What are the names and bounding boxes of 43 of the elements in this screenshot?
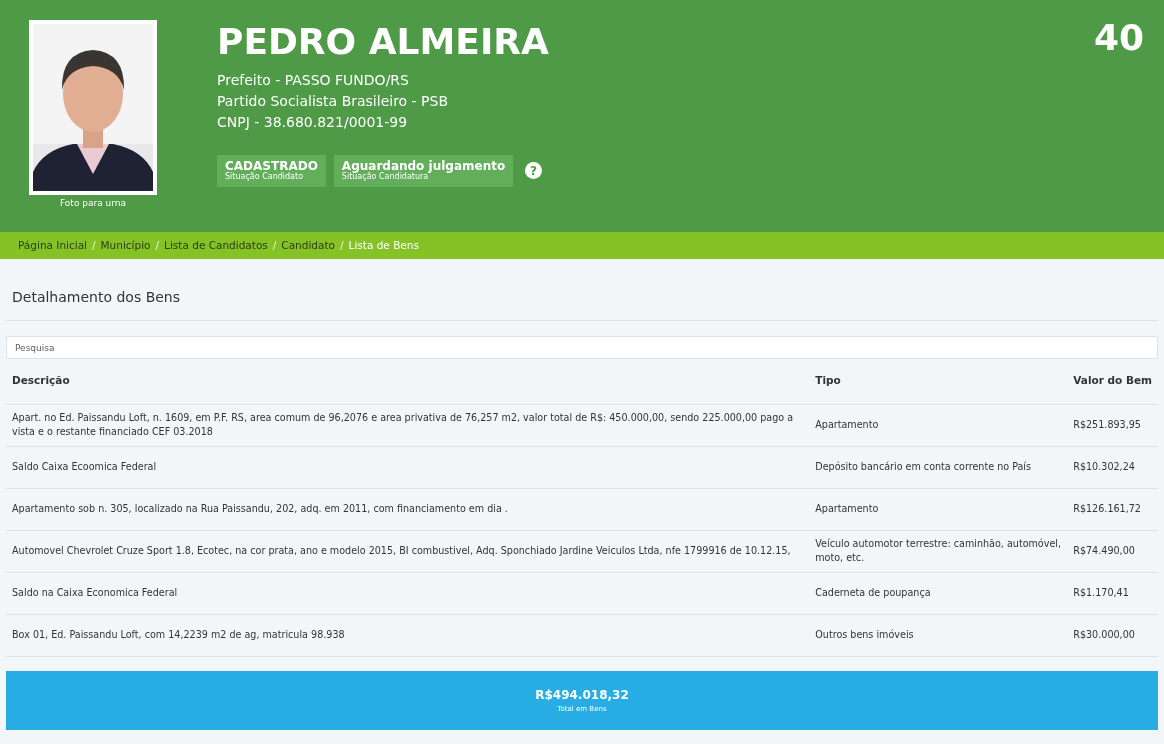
table-cell: Caderneta de poupança xyxy=(809,572,1068,614)
column-header: Valor do Bem xyxy=(1067,359,1158,404)
table-cell: Saldo na Caixa Economica Federal xyxy=(6,572,810,614)
breadcrumb-link[interactable]: Página Inicial xyxy=(18,237,87,254)
table-cell: Apartamento sob n. 305, localizado na Rua Paissandu, 202, adq. em 2011, com financiamento em dia . xyxy=(6,488,810,530)
breadcrumb-link[interactable]: Município xyxy=(100,237,151,254)
table-cell: Outros bens imóveis xyxy=(809,614,1068,656)
table-cell: Veículo automotor terrestre: caminhão, automóvel, moto, etc. xyxy=(809,530,1068,572)
breadcrumb-separator: / xyxy=(340,237,344,253)
breadcrumb-link[interactable]: Lista de Candidatos xyxy=(164,237,268,254)
total-value: R$494.018,32 xyxy=(535,686,629,704)
status-label: Situação Candidato xyxy=(225,173,305,182)
section-title: Detalhamento dos Bens xyxy=(6,259,1158,321)
table-cell: R$251.893,95 xyxy=(1067,404,1158,446)
candidate-detail: CNPJ - 38.680.821/0001-99 xyxy=(217,113,409,132)
candidate-detail: Prefeito - PASSO FUNDO/RS xyxy=(217,71,410,90)
table-cell: R$10.302,24 xyxy=(1067,446,1158,488)
table-cell: Box 01, Ed. Paissandu Loft, com 14,2239 m2 de ag, matricula 98.938 xyxy=(6,614,810,656)
candidate-name: PEDRO ALMEIRA xyxy=(217,24,550,60)
candidate-detail: Partido Socialista Brasileiro - PSB xyxy=(217,92,450,111)
table-cell: Depósito bancário em conta corrente no País xyxy=(809,446,1068,488)
search-field[interactable]: Pesquisa xyxy=(6,336,1158,359)
breadcrumb-link[interactable]: Candidato xyxy=(281,237,335,254)
table-cell: R$126.161,72 xyxy=(1067,488,1158,530)
photo-caption: Foto para urna xyxy=(59,197,127,210)
column-header: Tipo xyxy=(809,359,1068,404)
table-cell: Automovel Chevrolet Cruze Sport 1.8, Ecotec, na cor prata, ano e modelo 2015, BI combustivel, Adq. Sponchiado Jardine Veiculos Ltda, nfe 1799916 de 10.12.15, xyxy=(6,530,810,572)
table-cell: R$30.000,00 xyxy=(1067,614,1158,656)
breadcrumb-separator: / xyxy=(272,237,277,253)
column-header: Descrição xyxy=(6,359,810,404)
breadcrumb-separator: / xyxy=(155,237,160,253)
status-value: Aguardando julgamento xyxy=(341,160,506,173)
candidate-number: 40 xyxy=(1093,20,1144,60)
table-cell: R$1.170,41 xyxy=(1067,572,1158,614)
table-cell: Saldo Caixa Ecoomica Federal xyxy=(6,446,810,488)
status-value: CADASTRADO xyxy=(225,160,318,173)
status-label: Situação Candidatura xyxy=(341,173,429,182)
table-cell: Apartamento xyxy=(809,488,1068,530)
table-cell: R$74.490,00 xyxy=(1067,530,1158,572)
table-cell: Apartamento xyxy=(809,404,1068,446)
table-cell: Apart. no Ed. Paissandu Loft, n. 1609, em P.F. RS, area comum de 96,2076 e area privativa de 76,257 m2, valor total de R$: 450.000,00, sendo 225.000,00 pago a vista e o restante financiado CEF 03.2018 xyxy=(6,404,810,446)
help-icon[interactable]: ? xyxy=(525,162,543,180)
breadcrumb-separator: / xyxy=(92,237,96,253)
